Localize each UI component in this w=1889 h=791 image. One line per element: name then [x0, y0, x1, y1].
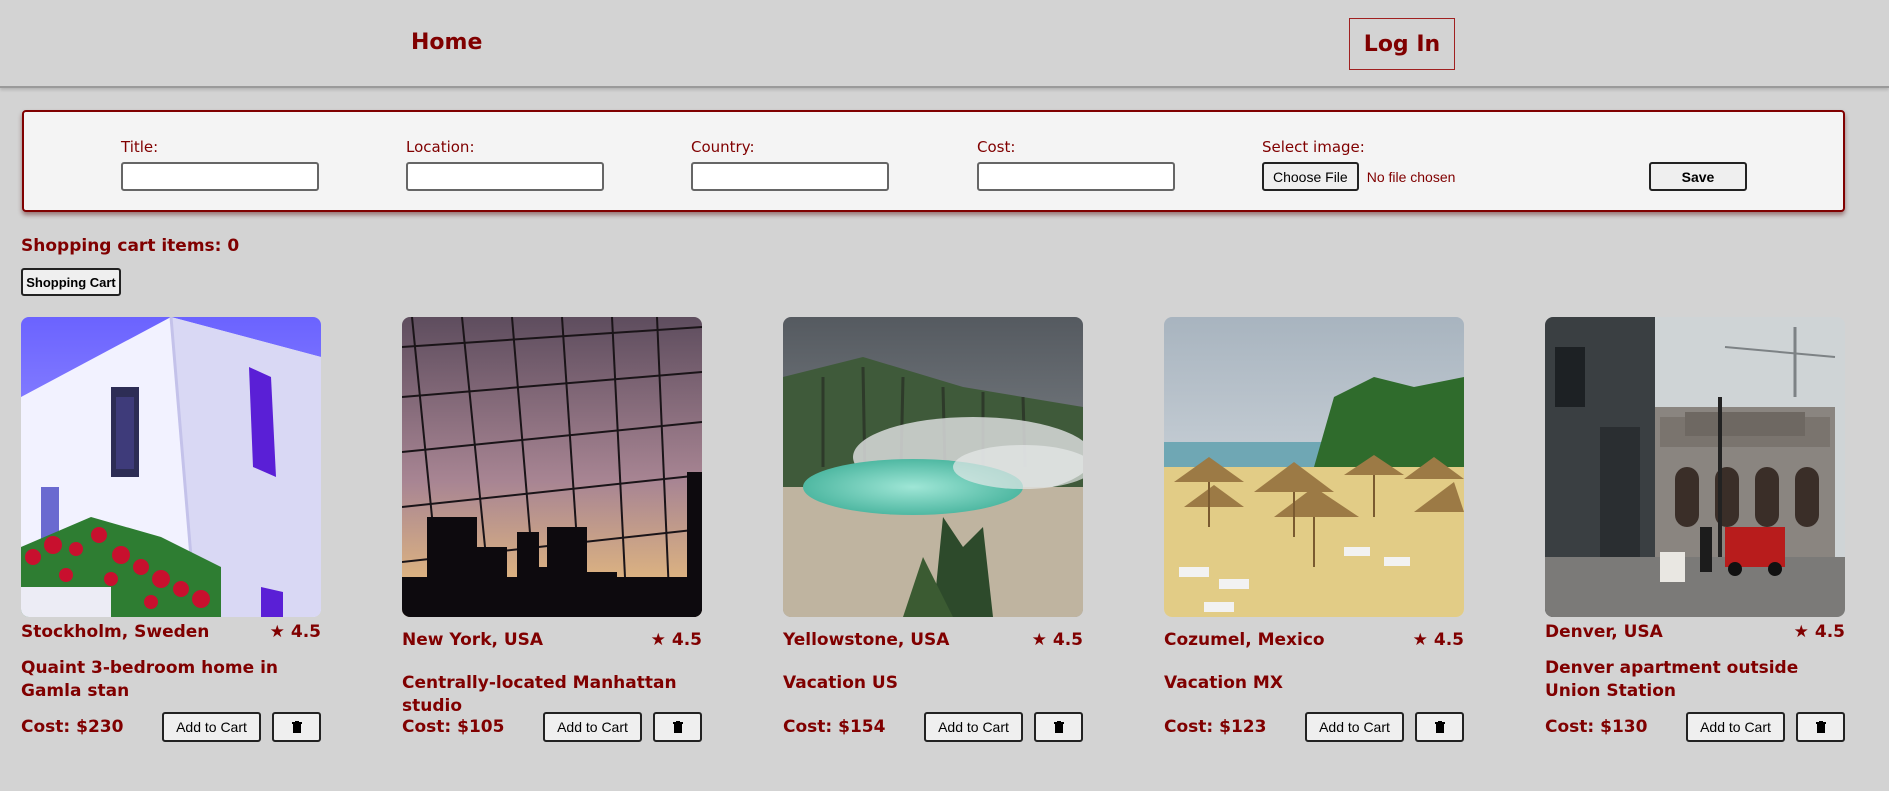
- listing-cost: Cost: $130: [1545, 717, 1648, 737]
- country-input[interactable]: [691, 162, 889, 191]
- file-status: No file chosen: [1366, 168, 1456, 185]
- listing-rating: 4.5: [290, 622, 321, 642]
- choose-file-button[interactable]: Choose File: [1262, 162, 1359, 191]
- listing-card: Stockholm, Sweden ★ 4.5 Quaint 3-bedroom …: [21, 317, 321, 747]
- nav-home-link[interactable]: Home: [411, 30, 482, 55]
- trash-icon: [1815, 721, 1826, 733]
- star-icon: ★: [1412, 630, 1428, 650]
- location-input[interactable]: [406, 162, 604, 191]
- star-icon: ★: [1793, 622, 1809, 642]
- delete-listing-button[interactable]: [1796, 712, 1845, 742]
- listing-card: Denver, USA ★ 4.5 Denver apartment outsid…: [1545, 317, 1845, 747]
- delete-listing-button[interactable]: [272, 712, 321, 742]
- location-field: Location:: [406, 138, 604, 191]
- listing-image[interactable]: [1545, 317, 1845, 617]
- add-to-cart-button[interactable]: Add to Cart: [924, 712, 1023, 742]
- listing-title: Denver apartment outside Union Station: [1545, 658, 1799, 701]
- image-label: Select image:: [1262, 138, 1365, 156]
- top-nav: Home Log In: [0, 0, 1889, 88]
- delete-listing-button[interactable]: [653, 712, 702, 742]
- delete-listing-button[interactable]: [1415, 712, 1464, 742]
- listing-location: Denver, USA: [1545, 622, 1663, 642]
- save-button[interactable]: Save: [1649, 162, 1747, 191]
- title-field: Title:: [121, 138, 319, 191]
- add-to-cart-button[interactable]: Add to Cart: [162, 712, 261, 742]
- listing-title: Vacation US: [783, 673, 898, 693]
- listing-location: Yellowstone, USA: [783, 630, 950, 650]
- listing-location: Cozumel, Mexico: [1164, 630, 1325, 650]
- listing-image[interactable]: [1164, 317, 1464, 617]
- trash-icon: [1053, 721, 1064, 733]
- cost-input[interactable]: [977, 162, 1175, 191]
- listing-cost: Cost: $154: [783, 717, 886, 737]
- country-label: Country:: [691, 138, 755, 156]
- star-icon: ★: [1031, 630, 1047, 650]
- trash-icon: [1434, 721, 1445, 733]
- location-label: Location:: [406, 138, 475, 156]
- listing-location: Stockholm, Sweden: [21, 622, 210, 642]
- trash-icon: [291, 721, 302, 733]
- listing-cost: Cost: $230: [21, 717, 124, 737]
- add-listing-form: Title: Location: Country: Cost: Select i…: [22, 110, 1845, 212]
- listing-card: New York, USA ★ 4.5 Centrally-located Man…: [402, 317, 702, 747]
- add-to-cart-button[interactable]: Add to Cart: [1305, 712, 1404, 742]
- listing-rating: 4.5: [1814, 622, 1845, 642]
- listing-cost: Cost: $105: [402, 717, 505, 737]
- listing-image[interactable]: [783, 317, 1083, 617]
- trash-icon: [672, 721, 683, 733]
- cart-count: Shopping cart items: 0: [21, 236, 240, 256]
- star-icon: ★: [650, 630, 666, 650]
- listing-cost: Cost: $123: [1164, 717, 1267, 737]
- title-input[interactable]: [121, 162, 319, 191]
- delete-listing-button[interactable]: [1034, 712, 1083, 742]
- add-to-cart-button[interactable]: Add to Cart: [1686, 712, 1785, 742]
- listing-card: Cozumel, Mexico ★ 4.5 Vacation MX Cost: $…: [1164, 317, 1464, 747]
- listing-title: Quaint 3-bedroom home in Gamla stan: [21, 658, 279, 701]
- cost-label: Cost:: [977, 138, 1016, 156]
- listing-rating: 4.5: [1052, 630, 1083, 650]
- listing-rating: 4.5: [671, 630, 702, 650]
- title-label: Title:: [121, 138, 159, 156]
- cost-field: Cost:: [977, 138, 1175, 191]
- listing-rating: 4.5: [1433, 630, 1464, 650]
- image-field: Select image: Choose File No file chosen: [1262, 138, 1455, 191]
- listing-image[interactable]: [21, 317, 321, 617]
- listing-title: Vacation MX: [1164, 673, 1283, 693]
- listing-image[interactable]: [402, 317, 702, 617]
- shopping-cart-button[interactable]: Shopping Cart: [21, 268, 121, 296]
- listing-card: Yellowstone, USA ★ 4.5 Vacation US Cost: …: [783, 317, 1083, 747]
- country-field: Country:: [691, 138, 889, 191]
- login-button[interactable]: Log In: [1349, 18, 1455, 70]
- star-icon: ★: [269, 622, 285, 642]
- listing-location: New York, USA: [402, 630, 544, 650]
- add-to-cart-button[interactable]: Add to Cart: [543, 712, 642, 742]
